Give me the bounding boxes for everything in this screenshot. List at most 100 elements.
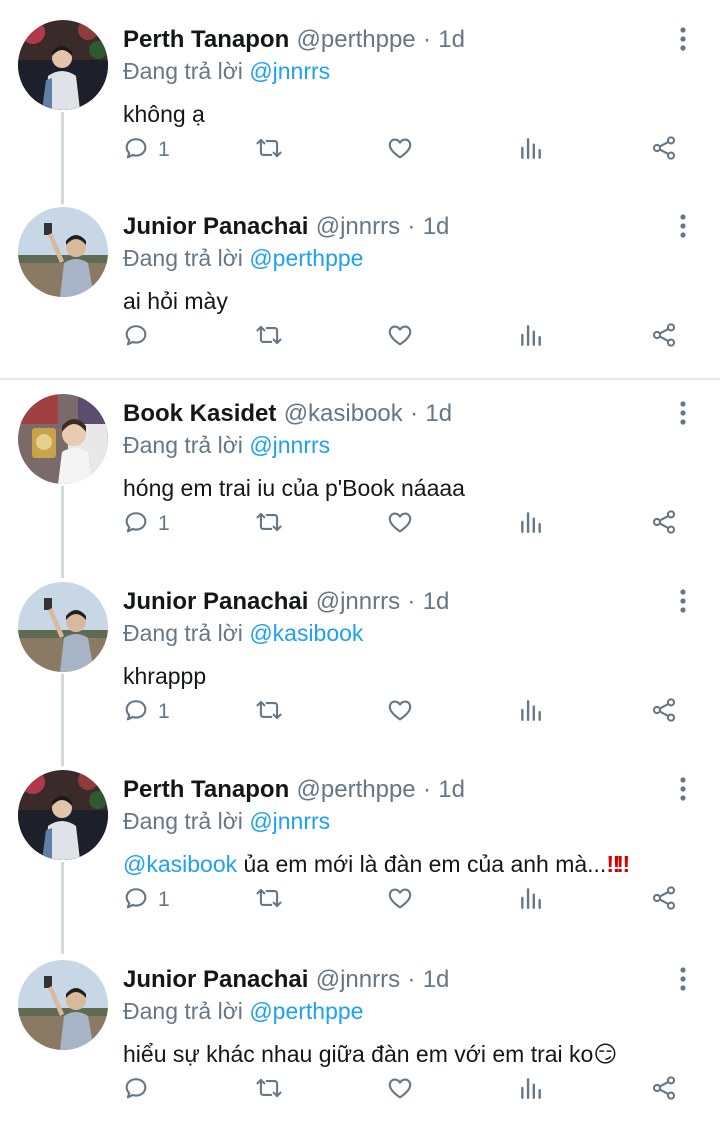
avatar[interactable] xyxy=(18,394,108,484)
more-vertical-icon[interactable] xyxy=(672,588,694,614)
reply-button[interactable] xyxy=(122,317,158,357)
share-button[interactable] xyxy=(650,1070,678,1110)
replying-prefix: Đang trả lời xyxy=(123,432,243,458)
stats-button[interactable] xyxy=(518,504,544,544)
avatar[interactable] xyxy=(18,582,108,672)
replying-to-mention[interactable]: @jnnrrs xyxy=(249,58,330,84)
retweet-button[interactable] xyxy=(254,504,284,544)
stats-button[interactable] xyxy=(518,130,544,170)
username-handle[interactable]: @jnnrrs xyxy=(316,588,400,615)
replying-to-mention[interactable]: @perthppe xyxy=(249,998,363,1024)
display-name[interactable]: Book Kasidet xyxy=(123,400,276,427)
username-handle[interactable]: @jnnrrs xyxy=(316,966,400,993)
share-icon xyxy=(650,134,678,166)
reply-icon xyxy=(122,134,150,166)
like-button[interactable] xyxy=(386,880,414,920)
tweet-item[interactable]: Perth Tanapon @perthppe · 1d Đang trả lờ… xyxy=(0,0,720,188)
replying-to-mention[interactable]: @jnnrrs xyxy=(249,808,330,834)
stats-button[interactable] xyxy=(518,880,544,920)
username-handle[interactable]: @jnnrrs xyxy=(316,213,400,240)
retweet-icon xyxy=(254,1074,284,1106)
timestamp[interactable]: 1d xyxy=(423,588,450,615)
timestamp[interactable]: 1d xyxy=(423,213,450,240)
like-button[interactable] xyxy=(386,504,414,544)
tweet-text: khrappp xyxy=(123,663,207,689)
share-button[interactable] xyxy=(650,880,678,920)
replying-prefix: Đang trả lời xyxy=(123,998,243,1024)
more-vertical-icon[interactable] xyxy=(672,400,694,426)
share-button[interactable] xyxy=(650,692,678,732)
separator-dot: · xyxy=(407,588,416,615)
replying-to-mention[interactable]: @perthppe xyxy=(249,245,363,271)
replying-to-mention[interactable]: @kasibook xyxy=(249,620,363,646)
retweet-button[interactable] xyxy=(254,692,284,732)
reply-icon xyxy=(122,884,150,916)
share-icon xyxy=(650,884,678,916)
replying-to-mention[interactable]: @jnnrrs xyxy=(249,432,330,458)
share-icon xyxy=(650,696,678,728)
retweet-icon xyxy=(254,508,284,540)
tweet-text: ủa em mới là đàn em của anh mà... xyxy=(237,851,607,877)
tweet-item[interactable]: Junior Panachai @jnnrrs · 1d Đang trả lờ… xyxy=(0,940,720,1128)
tweet-text: hóng em trai iu của p'Book náaaa xyxy=(123,475,465,501)
replying-to: Đang trả lời @jnnrrs xyxy=(123,55,330,87)
replying-prefix: Đang trả lời xyxy=(123,245,243,271)
display-name[interactable]: Perth Tanapon xyxy=(123,26,289,53)
like-button[interactable] xyxy=(386,317,414,357)
username-handle[interactable]: @perthppe xyxy=(297,776,416,803)
display-name[interactable]: Junior Panachai xyxy=(123,213,308,240)
username-handle[interactable]: @kasibook xyxy=(284,400,403,427)
tweet-item[interactable]: Junior Panachai @jnnrrs · 1d Đang trả lờ… xyxy=(0,187,720,375)
like-button[interactable] xyxy=(386,692,414,732)
avatar[interactable] xyxy=(18,960,108,1050)
display-name[interactable]: Junior Panachai xyxy=(123,966,308,993)
body-mention-link[interactable]: @kasibook xyxy=(123,851,237,877)
reply-button[interactable]: 1 xyxy=(122,130,170,170)
retweet-button[interactable] xyxy=(254,1070,284,1110)
retweet-button[interactable] xyxy=(254,880,284,920)
more-vertical-icon[interactable] xyxy=(672,966,694,992)
share-button[interactable] xyxy=(650,317,678,357)
retweet-button[interactable] xyxy=(254,317,284,357)
reply-button[interactable] xyxy=(122,1070,158,1110)
reply-button[interactable]: 1 xyxy=(122,692,170,732)
timestamp[interactable]: 1d xyxy=(425,400,452,427)
like-button[interactable] xyxy=(386,130,414,170)
stats-button[interactable] xyxy=(518,692,544,732)
timestamp[interactable]: 1d xyxy=(423,966,450,993)
avatar[interactable] xyxy=(18,20,108,110)
more-vertical-icon[interactable] xyxy=(672,26,694,52)
tweet-header: Junior Panachai @jnnrrs · 1d xyxy=(123,964,449,996)
action-bar xyxy=(0,317,720,357)
avatar[interactable] xyxy=(18,770,108,860)
reply-count: 1 xyxy=(158,138,170,161)
share-button[interactable] xyxy=(650,130,678,170)
username-handle[interactable]: @perthppe xyxy=(297,26,416,53)
reply-button[interactable]: 1 xyxy=(122,504,170,544)
separator-dot: · xyxy=(407,966,416,993)
stats-button[interactable] xyxy=(518,317,544,357)
more-vertical-icon[interactable] xyxy=(672,213,694,239)
heart-icon xyxy=(386,508,414,540)
emoji: ‼ xyxy=(606,851,620,877)
reply-button[interactable]: 1 xyxy=(122,880,170,920)
tweet-item[interactable]: Perth Tanapon @perthppe · 1d Đang trả lờ… xyxy=(0,750,720,938)
tweet-item[interactable]: Book Kasidet @kasibook · 1d Đang trả lời… xyxy=(0,374,720,562)
tweet-header: Perth Tanapon @perthppe · 1d xyxy=(123,774,465,806)
replying-to: Đang trả lời @jnnrrs xyxy=(123,429,330,461)
share-button[interactable] xyxy=(650,504,678,544)
replying-prefix: Đang trả lời xyxy=(123,808,243,834)
tweet-item[interactable]: Junior Panachai @jnnrrs · 1d Đang trả lờ… xyxy=(0,562,720,750)
retweet-button[interactable] xyxy=(254,130,284,170)
stats-button[interactable] xyxy=(518,1070,544,1110)
display-name[interactable]: Perth Tanapon xyxy=(123,776,289,803)
stats-icon xyxy=(518,321,544,353)
timestamp[interactable]: 1d xyxy=(438,776,465,803)
reply-count: 1 xyxy=(158,888,170,911)
display-name[interactable]: Junior Panachai xyxy=(123,588,308,615)
avatar[interactable] xyxy=(18,207,108,297)
like-button[interactable] xyxy=(386,1070,414,1110)
timestamp[interactable]: 1d xyxy=(438,26,465,53)
more-vertical-icon[interactable] xyxy=(672,776,694,802)
tweet-body: ai hỏi mày xyxy=(123,285,228,317)
